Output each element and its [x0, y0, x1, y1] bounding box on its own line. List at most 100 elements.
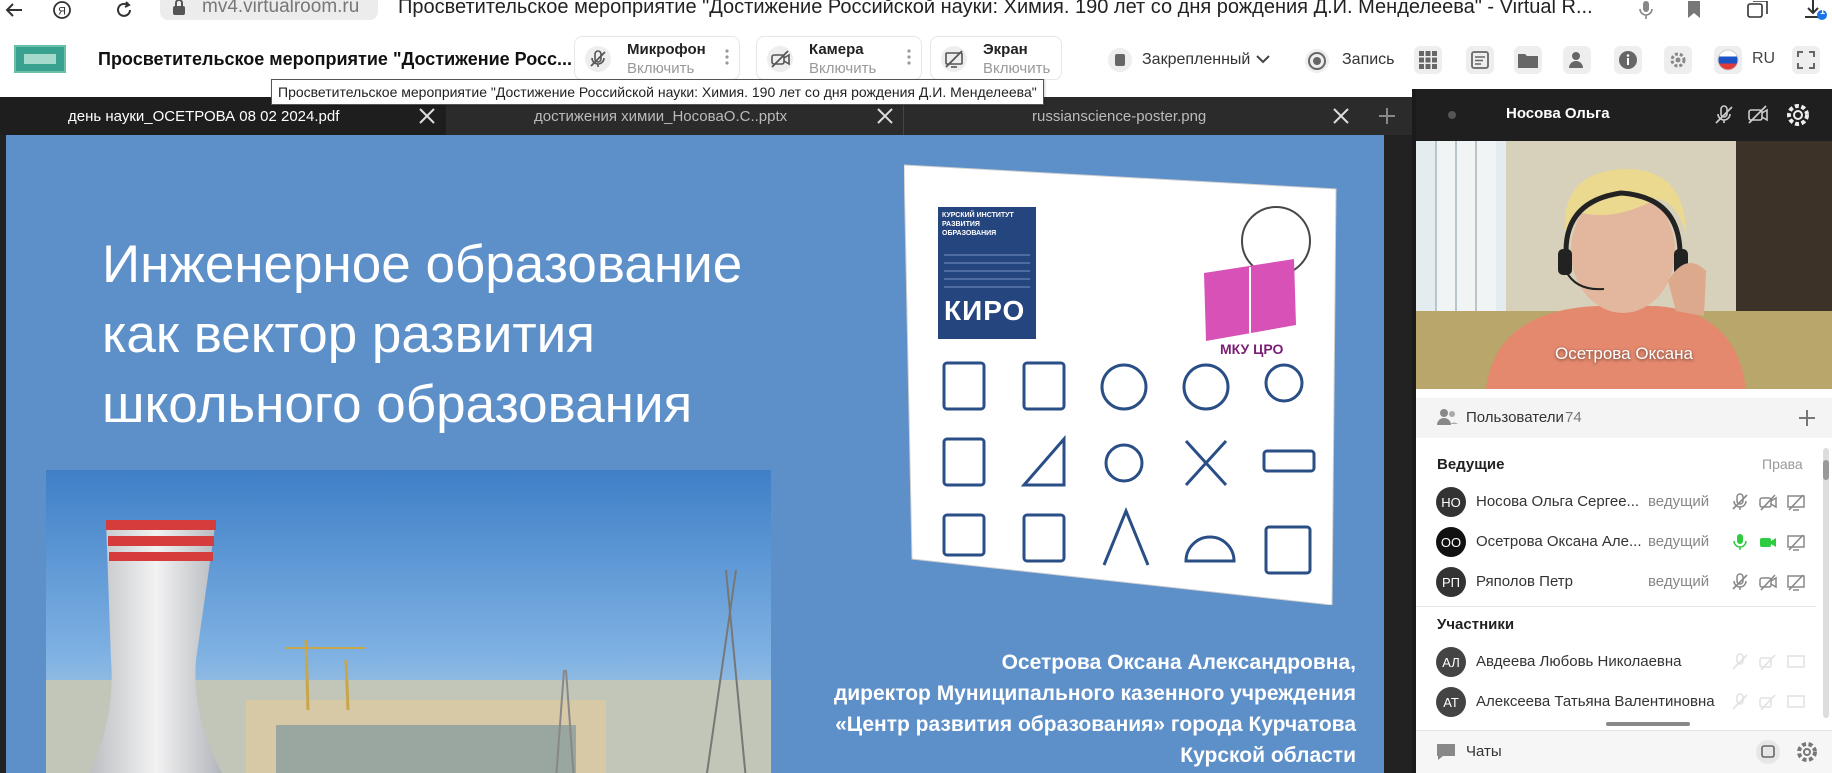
screen-share-off-icon[interactable] [1786, 572, 1808, 594]
screen-share-off-icon [941, 46, 967, 72]
close-icon[interactable] [1332, 107, 1350, 125]
slide-title: Инженерное образование как вектор развит… [102, 235, 743, 434]
browser-page-title: Просветительское мероприятие "Достижение… [398, 0, 1593, 18]
avatar: РП [1436, 567, 1466, 597]
mic-off-icon[interactable] [1712, 103, 1736, 127]
yandex-logo-icon[interactable]: Я [50, 0, 74, 20]
more-vertical-icon[interactable] [725, 47, 729, 67]
rights-label: Права [1762, 456, 1803, 472]
add-user-button[interactable] [1798, 409, 1816, 427]
bookmark-icon[interactable] [1682, 0, 1706, 20]
avatar: АТ [1436, 687, 1466, 717]
address-bar[interactable]: mv4.virtualroom.ru [160, 0, 378, 20]
tab-label: russianscience-poster.png [1032, 108, 1207, 125]
camera-on-icon[interactable] [1758, 532, 1780, 554]
users-scrollbar[interactable] [1823, 448, 1829, 718]
record-button[interactable]: Запись [1304, 46, 1424, 74]
users-count: 74 [1565, 409, 1582, 426]
user-role: ведущий [1648, 573, 1710, 590]
camera-control[interactable]: Камера Включить [756, 36, 922, 80]
add-tab-button[interactable] [1368, 97, 1408, 135]
user-row-participant[interactable]: АТ Алексеева Татьяна Валентиновна [1416, 679, 1816, 719]
user-name: Осетрова Оксана Але... [1476, 533, 1642, 550]
gear-icon[interactable] [1794, 739, 1820, 765]
slide-border-right [1384, 135, 1412, 773]
screen-share-off-icon[interactable] [1786, 532, 1808, 554]
screen-control[interactable]: Экран Включить [930, 36, 1062, 80]
users-icon [1436, 408, 1458, 426]
mic-off-icon[interactable] [1730, 572, 1752, 594]
user-name: Носова Ольга Сергее... [1476, 493, 1640, 510]
event-title: Просветительское мероприятие "Достижение… [98, 49, 572, 69]
user-row-host[interactable]: РП Ряполов Петр ведущий [1416, 559, 1816, 599]
russian-flag-icon[interactable] [1714, 46, 1742, 74]
info-icon[interactable] [1614, 46, 1642, 74]
chevron-down-icon [1256, 54, 1270, 64]
microphone-sub: Включить [627, 60, 695, 77]
user-name: Авдеева Любовь Николаевна [1476, 653, 1682, 670]
more-vertical-icon[interactable] [907, 47, 911, 67]
screen-share-off-icon [1786, 652, 1808, 674]
speaker-name: Носова Ольга [1506, 105, 1610, 122]
users-label: Пользователи [1466, 409, 1564, 426]
users-scrollbar-thumb[interactable] [1823, 460, 1829, 480]
camera-sub: Включить [809, 60, 877, 77]
settings-icon[interactable] [1664, 46, 1692, 74]
participants-section-label: Участники [1437, 616, 1515, 633]
chat-icon [1436, 743, 1456, 761]
collections-icon[interactable] [1744, 0, 1772, 20]
user-row-host[interactable]: НО Носова Ольга Сергее... ведущий [1416, 479, 1816, 519]
downloads-icon[interactable]: 1 [1800, 0, 1830, 20]
presenter-caption: Осетрова Оксана Александровна, директор … [756, 647, 1356, 771]
notes-icon[interactable] [1466, 46, 1494, 74]
camera-label: Камера [809, 41, 864, 58]
record-icon [1304, 48, 1330, 74]
speaker-header: Носова Ольга [1416, 89, 1832, 141]
mic-off-icon[interactable] [1730, 492, 1752, 514]
camera-off-icon[interactable] [1746, 103, 1770, 127]
poster-logo-kiro: КИРО [944, 295, 1026, 326]
user-name: Алексеева Татьяна Валентиновна [1476, 693, 1715, 710]
mic-off-icon [1730, 692, 1752, 714]
layout-label: Закрепленный [1142, 51, 1251, 68]
status-dot [1448, 111, 1456, 119]
gear-icon[interactable] [1784, 101, 1812, 129]
camera-off-icon[interactable] [1758, 572, 1780, 594]
mic-off-icon [585, 46, 611, 72]
title-tooltip: Просветительское мероприятие "Достижение… [271, 79, 1044, 105]
poster-org-text: КУРСКИЙ ИНСТИТУТ РАЗВИТИЯ ОБРАЗОВАНИЯ [942, 212, 1014, 237]
close-icon[interactable] [876, 107, 894, 125]
screen-label: Экран [983, 41, 1028, 58]
tab-label: день науки_ОСЕТРОВА 08 02 2024.pdf [68, 108, 340, 125]
svg-text:Я: Я [58, 6, 66, 18]
avatar: НО [1436, 487, 1466, 517]
resize-handle[interactable] [1606, 722, 1690, 726]
presenter-line-2: директор Муниципального казенного учрежд… [833, 682, 1356, 705]
mic-on-icon[interactable] [1730, 532, 1752, 554]
camera-off-icon[interactable] [1758, 492, 1780, 514]
back-arrow-icon[interactable] [2, 0, 26, 20]
poster-logo-cro: МКУ ЦРО [1220, 341, 1284, 357]
user-row-host[interactable]: ОО Осетрова Оксана Але... ведущий [1416, 519, 1816, 559]
microphone-control[interactable]: Микрофон Включить [574, 36, 740, 80]
chats-header[interactable]: Чаты [1416, 730, 1832, 773]
chats-label: Чаты [1466, 743, 1502, 760]
screen-share-off-icon[interactable] [1786, 492, 1808, 514]
user-role: ведущий [1648, 493, 1710, 510]
grid-layout-icon[interactable] [1414, 46, 1442, 74]
voice-search-icon[interactable] [1634, 0, 1658, 20]
url-text: mv4.virtualroom.ru [202, 0, 360, 17]
fullscreen-icon[interactable] [1792, 46, 1820, 74]
hosts-section-label: Ведущие [1437, 456, 1505, 473]
camera-off-icon [1758, 692, 1780, 714]
reload-icon[interactable] [112, 0, 136, 20]
user-manage-icon[interactable] [1563, 46, 1591, 74]
presenter-line-3: «Центр развития образования» города Курч… [835, 713, 1356, 736]
user-row-participant[interactable]: АЛ Авдеева Любовь Николаевна [1416, 639, 1816, 679]
folder-icon[interactable] [1514, 46, 1542, 74]
language-label[interactable]: RU [1752, 50, 1775, 68]
section-divider [1416, 606, 1816, 607]
new-chat-icon[interactable] [1756, 740, 1780, 764]
close-icon[interactable] [418, 107, 436, 125]
mic-off-icon [1730, 652, 1752, 674]
